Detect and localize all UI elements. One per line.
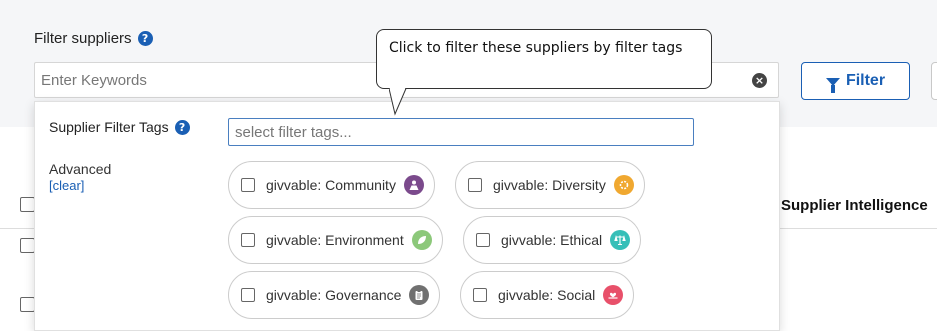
clipboard-icon <box>409 285 430 305</box>
tag-chip-label: givvable: Environment <box>266 232 404 248</box>
filter-button-label: Filter <box>845 72 886 89</box>
filter-tags-dropdown: Supplier Filter Tags ? Advanced [clear] … <box>34 101 780 331</box>
filter-suppliers-heading: Filter suppliers ? <box>34 30 153 47</box>
tag-chip-label: givvable: Social <box>498 287 596 303</box>
tag-checkbox[interactable] <box>468 178 482 192</box>
secondary-button-edge[interactable] <box>931 62 937 100</box>
heart-hand-icon <box>603 285 624 305</box>
tooltip-pointer <box>389 88 407 116</box>
filter-hint-tooltip: Click to filter these suppliers by filte… <box>376 29 712 89</box>
advanced-label: Advanced <box>49 161 112 177</box>
tag-chip-diversity[interactable]: givvable: Diversity <box>455 161 645 209</box>
scales-icon <box>610 230 631 250</box>
filter-suppliers-title: Filter suppliers <box>34 30 132 47</box>
tag-chip-community[interactable]: givvable: Community <box>228 161 435 209</box>
tag-checkbox[interactable] <box>241 233 255 247</box>
tag-chip-governance[interactable]: givvable: Governance <box>228 271 441 319</box>
leaf-icon <box>411 230 432 250</box>
tag-chip-label: givvable: Ethical <box>501 232 603 248</box>
tooltip-text: Click to filter these suppliers by filte… <box>389 40 683 56</box>
tag-chip-environment[interactable]: givvable: Environment <box>228 216 443 264</box>
tag-chip-label: givvable: Governance <box>266 287 402 303</box>
row-checkbox[interactable] <box>20 297 35 312</box>
funnel-icon <box>825 78 840 93</box>
tag-chip-label: givvable: Diversity <box>493 177 606 193</box>
supplier-filter-tags-heading: Supplier Filter Tags ? <box>49 119 190 135</box>
filter-tags-input[interactable] <box>228 118 694 146</box>
clear-search-icon[interactable]: × <box>752 73 767 88</box>
tag-chip-label: givvable: Community <box>266 177 396 193</box>
help-icon[interactable]: ? <box>174 119 190 135</box>
tag-checkbox[interactable] <box>241 288 255 302</box>
tag-checkbox[interactable] <box>241 178 255 192</box>
select-all-checkbox[interactable] <box>20 197 35 212</box>
column-header-supplier-intelligence[interactable]: Supplier Intelligence <box>781 197 928 214</box>
community-icon <box>403 175 424 195</box>
tag-chip-ethical[interactable]: givvable: Ethical <box>463 216 642 264</box>
clear-advanced-link[interactable]: [clear] <box>49 178 84 193</box>
tag-chip-social[interactable]: givvable: Social <box>460 271 635 319</box>
help-icon[interactable]: ? <box>137 31 153 46</box>
tag-checkbox[interactable] <box>473 288 487 302</box>
diversity-icon <box>613 175 634 195</box>
tag-checkbox[interactable] <box>476 233 490 247</box>
supplier-filter-tags-label: Supplier Filter Tags <box>49 119 169 135</box>
filter-button[interactable]: Filter <box>801 62 910 100</box>
row-checkbox[interactable] <box>20 238 35 253</box>
